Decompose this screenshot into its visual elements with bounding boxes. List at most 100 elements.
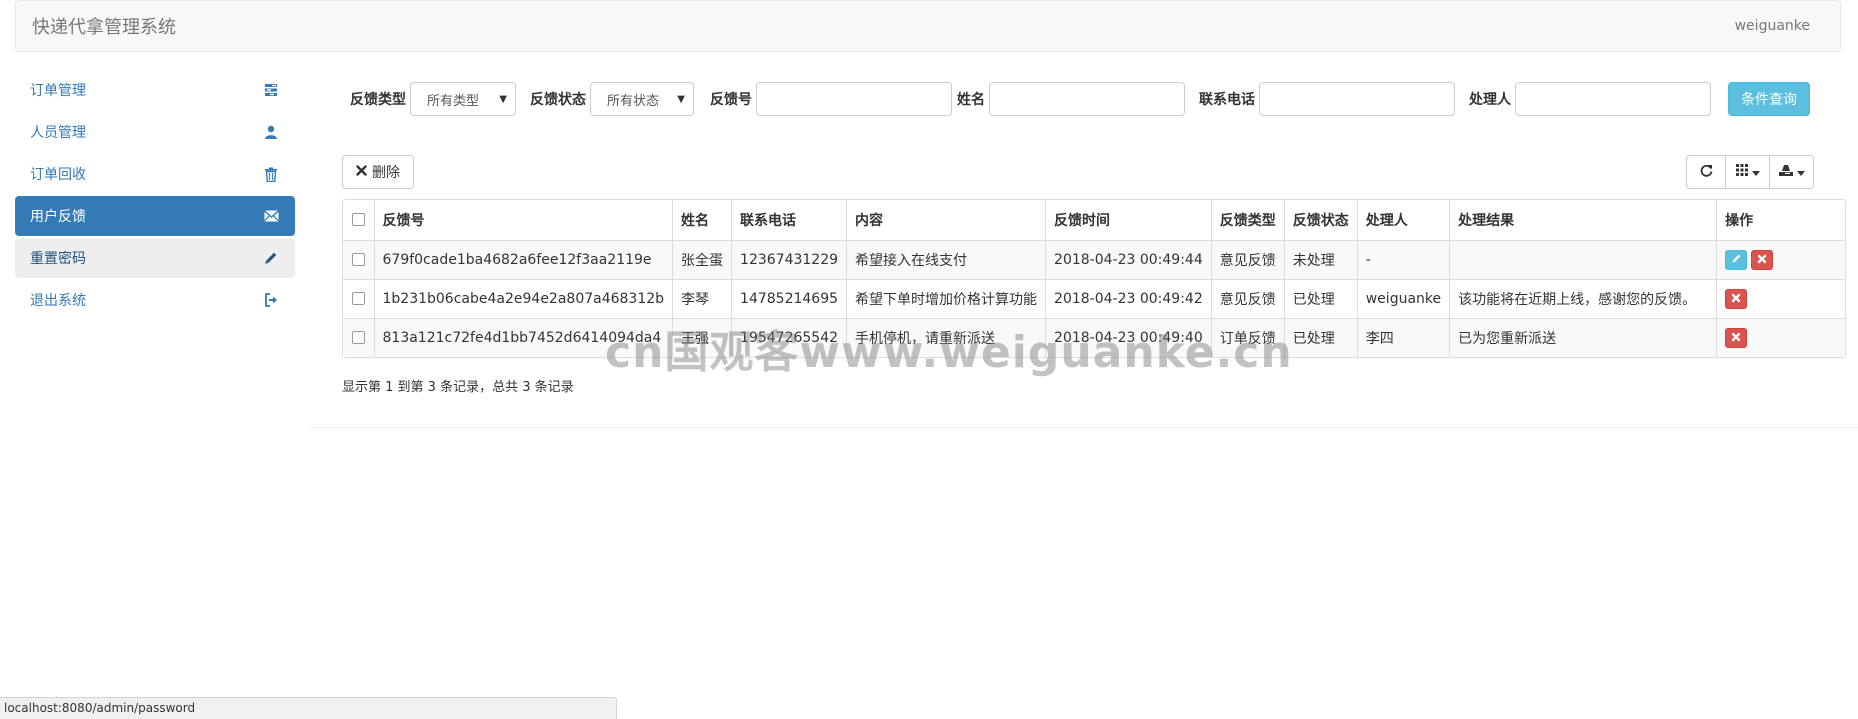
current-user[interactable]: weiguanke: [1735, 18, 1810, 34]
cell-name: 王强: [672, 318, 733, 357]
delete-row-button[interactable]: [1725, 288, 1748, 309]
cell-content: 手机停机，请重新派送: [846, 318, 1047, 357]
select-all-checkbox[interactable]: [351, 213, 365, 227]
query-button[interactable]: 条件查询: [1728, 82, 1810, 116]
row-checkbox[interactable]: [351, 253, 365, 266]
sidebar-item-label: 订单管理: [30, 83, 86, 99]
export-icon: [1778, 164, 1793, 180]
remove-icon: [356, 164, 367, 180]
cell-type: 意见反馈: [1211, 240, 1285, 280]
cell-time: 2018-04-23 00:49:42: [1045, 279, 1212, 319]
delete-button[interactable]: 删除: [342, 155, 414, 189]
name-label: 姓名: [957, 92, 985, 108]
col-feedback-no[interactable]: 反馈号: [374, 200, 674, 241]
cell-actions: [1716, 240, 1845, 280]
export-button[interactable]: [1769, 156, 1813, 188]
cell-feedback-no: 1b231b06cabe4a2e94e2a807a468312b: [374, 279, 674, 319]
cell-feedback-no: 813a121c72fe4d1bb7452d6414094da4: [374, 318, 674, 357]
caret-down-icon: ▼: [499, 93, 507, 105]
cell-actions: [1716, 279, 1845, 319]
sidebar-item-staff[interactable]: 人员管理: [15, 112, 295, 152]
delete-row-button[interactable]: [1751, 249, 1774, 270]
select-all-cell: [343, 200, 375, 241]
app-title[interactable]: 快递代拿管理系统: [32, 13, 176, 39]
sidebar-item-orders[interactable]: 订单管理: [15, 70, 295, 110]
cell-handler: weiguanke: [1357, 279, 1451, 319]
tasks-icon: [262, 81, 280, 99]
col-actions: 操作: [1716, 200, 1845, 241]
row-select-cell: [343, 240, 375, 280]
handler-input[interactable]: [1515, 82, 1711, 116]
filter-bar: 反馈类型 所有类型 ▼ 反馈状态 所有状态 ▼ 反馈号 姓名 联系电话 处理人 …: [350, 82, 1810, 116]
cell-time: 2018-04-23 00:49:40: [1045, 318, 1212, 357]
table-row: 813a121c72fe4d1bb7452d6414094da4 王强 1954…: [343, 318, 1845, 357]
refresh-button[interactable]: [1687, 156, 1725, 188]
main-panel: 反馈类型 所有类型 ▼ 反馈状态 所有状态 ▼ 反馈号 姓名 联系电话 处理人 …: [308, 58, 1858, 428]
cell-time: 2018-04-23 00:49:44: [1045, 240, 1212, 280]
cell-handler: 李四: [1357, 318, 1451, 357]
cell-result: 该功能将在近期上线，感谢您的反馈。: [1449, 279, 1718, 319]
col-type[interactable]: 反馈类型: [1211, 200, 1285, 241]
status-bar: localhost:8080/admin/password: [0, 697, 617, 719]
caret-down-icon: [1796, 164, 1805, 180]
cell-phone: 14785214695: [731, 279, 848, 319]
table-row: 679f0cade1ba4682a6fee12f3aa2119e 张全蛋 123…: [343, 240, 1845, 280]
user-icon: [262, 123, 280, 141]
phone-input[interactable]: [1259, 82, 1455, 116]
logout-icon: [262, 291, 280, 309]
sidebar-item-logout[interactable]: 退出系统: [15, 280, 295, 320]
row-select-cell: [343, 279, 375, 319]
col-result[interactable]: 处理结果: [1449, 200, 1718, 241]
remove-icon: [1731, 291, 1741, 307]
col-phone[interactable]: 联系电话: [731, 200, 848, 241]
table-header-row: 反馈号 姓名 联系电话 内容 反馈时间 反馈类型 反馈状态 处理人 处理结果 操…: [343, 200, 1845, 241]
cell-status: 已处理: [1284, 318, 1358, 357]
delete-label: 删除: [372, 165, 400, 181]
sidebar-item-label: 订单回收: [30, 167, 86, 183]
col-content[interactable]: 内容: [846, 200, 1047, 241]
feedback-status-label: 反馈状态: [530, 92, 586, 108]
row-checkbox[interactable]: [351, 331, 365, 345]
name-input[interactable]: [989, 82, 1185, 116]
envelope-icon: [262, 207, 280, 225]
edit-button[interactable]: [1725, 249, 1748, 270]
feedback-type-select[interactable]: 所有类型 ▼: [410, 82, 516, 116]
cell-name: 李琴: [672, 279, 733, 319]
delete-row-button[interactable]: [1725, 327, 1748, 348]
pencil-icon: [262, 249, 280, 267]
row-checkbox[interactable]: [351, 292, 365, 305]
feedback-type-label: 反馈类型: [350, 92, 406, 108]
table-toolbar: [1686, 155, 1814, 189]
col-handler[interactable]: 处理人: [1357, 200, 1451, 241]
pagination-info: 显示第 1 到第 3 条记录，总共 3 条记录: [342, 380, 574, 395]
caret-down-icon: [1751, 164, 1760, 180]
handler-label: 处理人: [1469, 92, 1511, 108]
col-time[interactable]: 反馈时间: [1045, 200, 1212, 241]
phone-label: 联系电话: [1199, 92, 1255, 108]
remove-icon: [1757, 252, 1767, 268]
refresh-icon: [1700, 164, 1713, 181]
feedback-status-select[interactable]: 所有状态 ▼: [590, 82, 694, 116]
pencil-icon: [1731, 252, 1742, 268]
sidebar-item-feedback[interactable]: 用户反馈: [15, 196, 295, 236]
feedback-type-value: 所有类型: [427, 93, 480, 109]
cell-type: 意见反馈: [1211, 279, 1285, 319]
sidebar-item-label: 人员管理: [30, 125, 86, 141]
columns-button[interactable]: [1725, 156, 1769, 188]
feedback-no-label: 反馈号: [710, 92, 752, 108]
top-navbar: 快递代拿管理系统 weiguanke: [15, 0, 1841, 52]
cell-actions: [1717, 318, 1845, 357]
trash-icon: [262, 165, 280, 183]
sidebar: 订单管理 人员管理 订单回收 用户反馈 重置密码 退出系统: [15, 70, 295, 322]
cell-phone: 19547265542: [731, 318, 848, 357]
th-icon: [1735, 164, 1748, 180]
feedback-no-input[interactable]: [756, 82, 952, 116]
sidebar-item-reset-password[interactable]: 重置密码: [15, 238, 295, 278]
col-status[interactable]: 反馈状态: [1284, 200, 1358, 241]
row-select-cell: [343, 318, 375, 357]
cell-result: 已为您重新派送: [1449, 318, 1718, 357]
cell-status: 未处理: [1284, 240, 1358, 280]
sidebar-item-order-recycle[interactable]: 订单回收: [15, 154, 295, 194]
col-name[interactable]: 姓名: [672, 200, 733, 241]
cell-type: 订单反馈: [1211, 318, 1285, 357]
